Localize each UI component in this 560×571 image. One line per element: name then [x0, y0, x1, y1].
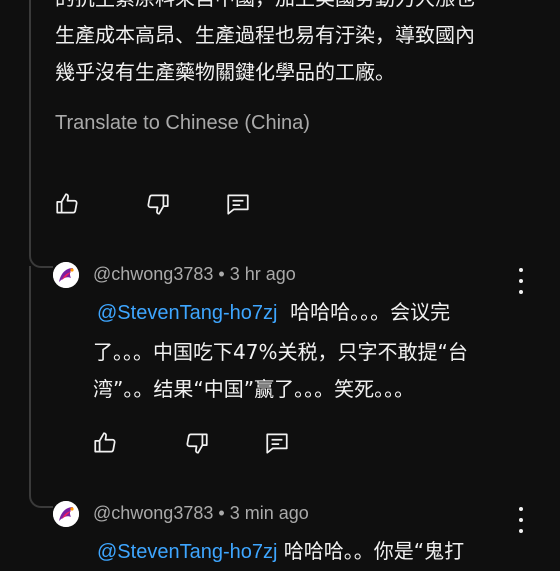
- thumbs-up-icon: [56, 193, 78, 214]
- reply-text: @StevenTang-ho7zj 哈哈哈。。你是“鬼打: [97, 533, 464, 571]
- parent-comment-line: 幾乎沒有生產藥物關鍵化學品的工廠。: [55, 60, 395, 84]
- thread-line: [29, 0, 31, 252]
- more-options-button[interactable]: [512, 507, 530, 533]
- dislike-button[interactable]: [183, 429, 211, 457]
- reply-button[interactable]: [224, 190, 252, 218]
- avatar-image: [53, 501, 79, 527]
- author-handle[interactable]: @chwong3783: [93, 503, 213, 523]
- thread-connector: [29, 252, 53, 268]
- reply-line: 湾”。。结果“中国”赢了。。。笑死。。。: [93, 377, 415, 401]
- parent-comment-actions: [53, 190, 252, 218]
- reply-text: @StevenTang-ho7zj 哈哈哈。。。会议完: [97, 294, 450, 332]
- more-vert-icon: [519, 507, 523, 511]
- thread-line: [29, 266, 31, 492]
- thumbs-down-icon: [147, 194, 169, 215]
- translate-link[interactable]: Translate to Chinese (China): [55, 112, 310, 135]
- thread-connector: [29, 492, 53, 508]
- parent-comment-text: 的抗生素原料來自中國，加上美國勞動力大漲也 生產成本高昂、生產過程也易有汙染，導…: [55, 0, 525, 91]
- comment-icon: [227, 194, 249, 215]
- reply-actions: [91, 429, 291, 457]
- meta-separator: •: [218, 264, 225, 284]
- more-vert-icon-dot: [519, 279, 523, 283]
- reply-line-rest: 哈哈哈。。。会议完: [290, 300, 451, 324]
- like-button[interactable]: [91, 429, 119, 457]
- parent-comment-line: 的抗生素原料來自中國，加上美國勞動力大漲也: [55, 0, 525, 17]
- reply-line-rest: 哈哈哈。。你是“鬼打: [283, 539, 465, 563]
- meta-separator: •: [218, 503, 225, 523]
- more-vert-icon-dot: [519, 290, 523, 294]
- like-button[interactable]: [53, 190, 81, 218]
- comment-time[interactable]: 3 hr ago: [230, 264, 296, 284]
- comment-time[interactable]: 3 min ago: [230, 503, 309, 523]
- more-options-button[interactable]: [512, 268, 530, 294]
- parent-comment-line: 生產成本高昂、生產過程也易有汙染，導致國內: [55, 23, 475, 47]
- dislike-button[interactable]: [144, 190, 172, 218]
- reply-line: 了。。。中国吃下47%关税，只字不敢提“台: [93, 340, 468, 364]
- more-vert-icon: [519, 268, 523, 272]
- avatar[interactable]: [53, 501, 79, 527]
- reply-button[interactable]: [263, 429, 291, 457]
- comment-meta: @chwong3783 • 3 hr ago: [93, 264, 296, 285]
- more-vert-icon-dot: [519, 518, 523, 522]
- comment-icon: [266, 433, 288, 454]
- mention-link[interactable]: @StevenTang-ho7zj: [97, 302, 277, 324]
- reply-line: @StevenTang-ho7zj 哈哈哈。。你是“鬼打: [97, 533, 464, 571]
- reply-line: @StevenTang-ho7zj 哈哈哈。。。会议完: [97, 294, 450, 332]
- thumbs-up-icon: [94, 432, 116, 453]
- avatar[interactable]: [53, 262, 79, 288]
- avatar-image: [53, 262, 79, 288]
- reply-text-continued: 了。。。中国吃下47%关税，只字不敢提“台 湾”。。结果“中国”赢了。。。笑死。…: [93, 334, 468, 408]
- author-handle[interactable]: @chwong3783: [93, 264, 213, 284]
- more-vert-icon-dot: [519, 529, 523, 533]
- comment-meta: @chwong3783 • 3 min ago: [93, 503, 309, 524]
- thumbs-down-icon: [186, 433, 208, 454]
